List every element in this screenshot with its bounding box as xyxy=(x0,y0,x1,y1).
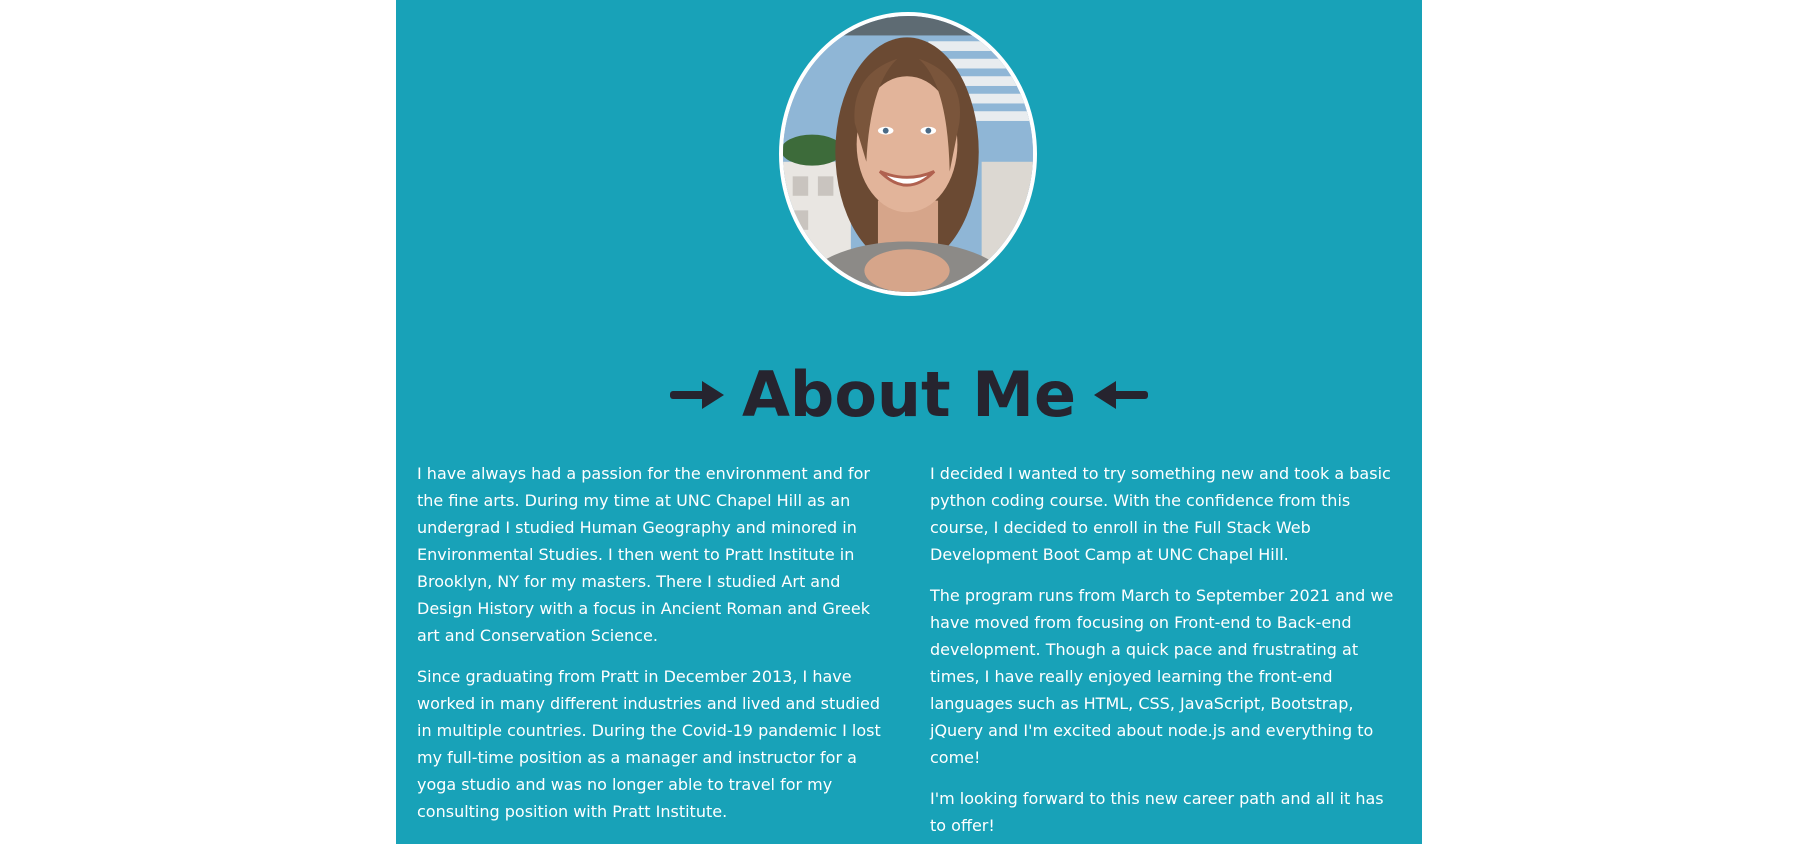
about-paragraph: Since graduating from Pratt in December … xyxy=(417,667,881,821)
about-section: About Me I have always had a passion for… xyxy=(396,0,1422,844)
arrow-left-icon xyxy=(1094,381,1149,409)
arrow-right-icon xyxy=(669,381,724,409)
about-paragraph: I decided I wanted to try something new … xyxy=(930,464,1391,564)
about-heading: About Me xyxy=(396,350,1422,440)
about-right-column: I decided I wanted to try something new … xyxy=(930,460,1400,844)
about-title: About Me xyxy=(741,358,1077,431)
profile-photo-illustration xyxy=(783,16,1033,292)
about-left-column: I have always had a passion for the envi… xyxy=(417,460,891,839)
about-paragraph: I have always had a passion for the envi… xyxy=(417,464,870,645)
about-paragraph: The program runs from March to September… xyxy=(930,586,1394,767)
about-paragraph: I'm looking forward to this new career p… xyxy=(930,789,1384,835)
profile-photo xyxy=(779,12,1037,296)
